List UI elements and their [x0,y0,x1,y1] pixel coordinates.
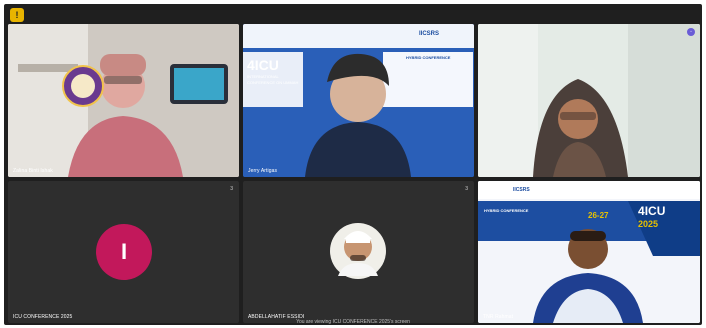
participant-tile-6[interactable]: IICSRS HYBRID CONFERENCE 26-27 4ICU 2025… [478,181,700,323]
tile-corner-indicator: 3 [230,186,233,192]
participant-video-3 [478,24,700,177]
banner-dates: 26-27 [588,211,609,220]
participant-video-1 [8,24,239,177]
banner-org-logo: IICSRS [513,187,530,193]
participant-tile-1[interactable]: Zalina Binti Ishak [8,24,239,177]
banner-brand: 4ICU [247,57,279,73]
participant-video-6 [478,181,700,323]
participant-tile-3[interactable]: ◦ [478,24,700,177]
screen-share-footer: You are viewing ICU CONFERENCE 2025's sc… [296,319,410,325]
participant-avatar: I [96,224,152,280]
participant-name: Zalina Binti Ishak [13,168,53,174]
tile-corner-indicator: 3 [465,186,468,192]
banner-brand: 4ICU [638,204,666,218]
meeting-window: ! Zalina Binti Ishak IICSRS HYBRID CONFE… [4,4,702,325]
banner-sub-2: CONFERENCE ON UMMAH [247,80,299,85]
participant-tile-4[interactable]: I 3 ICU CONFERENCE 2025 [8,181,239,323]
participant-tile-5[interactable]: 3 ABDELLAHATIF ESSIDI [243,181,474,323]
muted-mic-icon: ◦ [687,28,695,36]
participant-photo [330,223,386,279]
participant-name: Jerry Artigas [248,168,278,174]
banner-hybrid-label: HYBRID CONFERENCE [484,208,529,213]
participant-tile-2[interactable]: IICSRS HYBRID CONFERENCE 4ICU INTERNATIO… [243,24,474,177]
banner-org-logo: IICSRS [419,31,440,37]
participant-video-2 [243,24,474,177]
banner-hybrid-label: HYBRID CONFERENCE [406,55,451,60]
security-shield-icon[interactable]: ! [10,8,24,22]
banner-year: 2025 [638,219,659,229]
banner-sub-1: INTERNATIONAL [247,74,279,79]
